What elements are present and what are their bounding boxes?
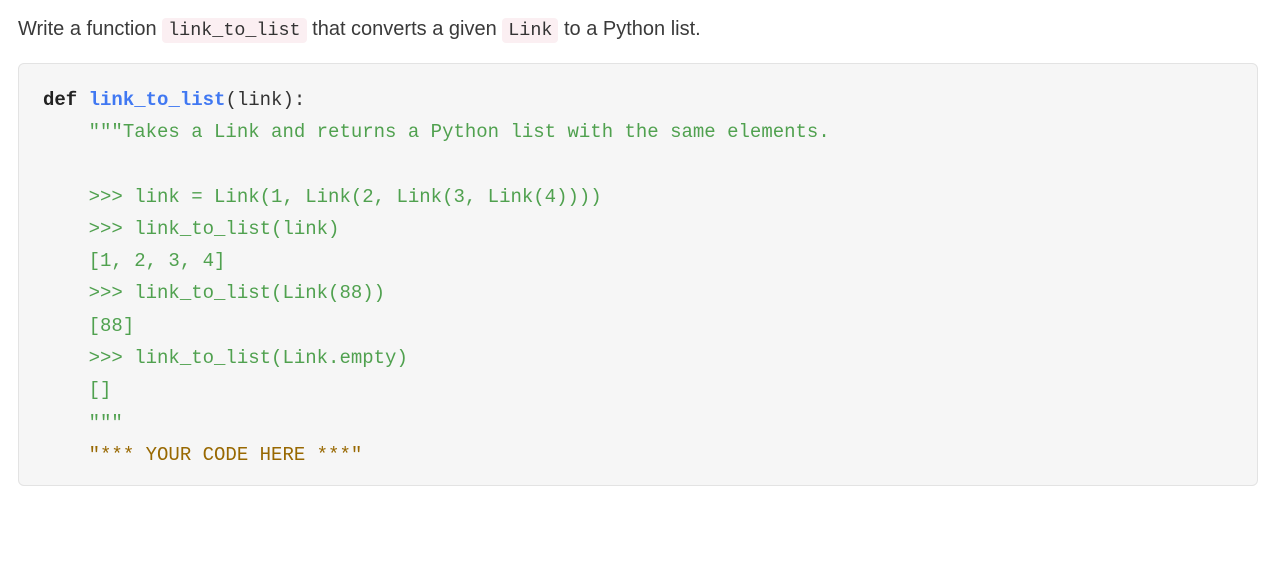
function-name: link_to_list — [89, 89, 226, 111]
doctest-result: [] — [89, 379, 112, 401]
doctest-line: >>> link_to_list(link) — [89, 218, 340, 240]
prompt-text-3: to a Python list. — [558, 18, 700, 40]
prompt-text-2: that converts a given — [307, 18, 503, 40]
doctest-result: [88] — [89, 315, 135, 337]
inline-code-func: link_to_list — [162, 18, 306, 43]
docstring-close: """ — [89, 412, 123, 434]
docstring-open: """Takes a Link and returns a Python lis… — [89, 121, 830, 143]
keyword-def: def — [43, 89, 77, 111]
inline-code-type: Link — [502, 18, 558, 43]
signature-tail: (link): — [225, 89, 305, 111]
doctest-line: >>> link_to_list(Link.empty) — [89, 347, 408, 369]
exercise-prompt: Write a function link_to_list that conve… — [18, 14, 1258, 45]
code-placeholder: "*** YOUR CODE HERE ***" — [89, 444, 363, 466]
prompt-text-1: Write a function — [18, 18, 162, 40]
doctest-result: [1, 2, 3, 4] — [89, 250, 226, 272]
doctest-line: >>> link = Link(1, Link(2, Link(3, Link(… — [89, 186, 602, 208]
doctest-line: >>> link_to_list(Link(88)) — [89, 282, 385, 304]
code-block: def link_to_list(link): """Takes a Link … — [18, 63, 1258, 487]
